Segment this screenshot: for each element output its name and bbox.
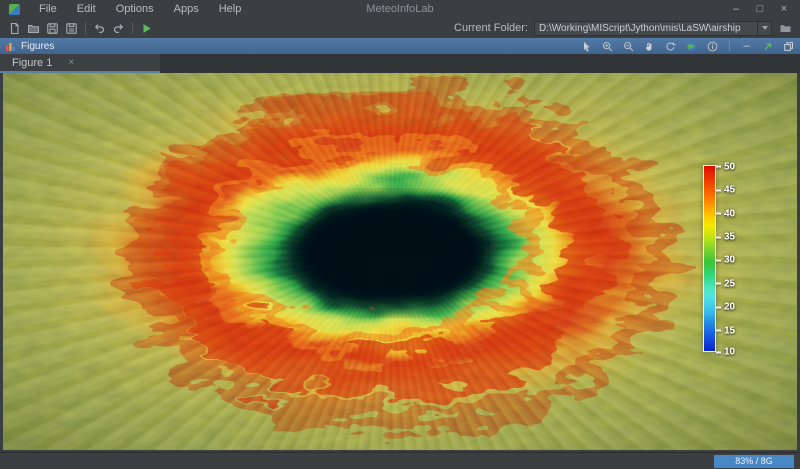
colorbar-tick-label: 35 [724, 232, 735, 243]
browse-folder-button[interactable] [775, 20, 795, 37]
zoom-out-tool-button[interactable] [622, 40, 635, 53]
colorbar-legend: 50 45 40 35 30 25 20 15 10 [703, 165, 748, 354]
redo-icon [112, 22, 125, 35]
tab-close-icon[interactable]: × [68, 57, 74, 68]
rotate-tool-button[interactable] [664, 40, 677, 53]
menu-help[interactable]: Help [209, 0, 252, 18]
open-folder-icon [27, 22, 40, 35]
main-toolbar: Current Folder: D:\Working\MIScript\Jyth… [0, 18, 800, 38]
memory-usage-badge[interactable]: 83% / 8G [714, 455, 794, 468]
menu-options[interactable]: Options [106, 0, 164, 18]
float-arrow-icon [762, 41, 773, 52]
new-script-button[interactable] [5, 20, 24, 37]
window-titlebar: File Edit Options Apps Help MeteoInfoLab… [0, 0, 800, 18]
pan-tool-button[interactable] [643, 40, 656, 53]
panel-minimize-button[interactable]: – [740, 40, 753, 53]
colorbar-tick-label: 20 [724, 302, 735, 313]
figures-panel-titlebar[interactable]: Figures [0, 38, 800, 54]
save-as-icon [65, 22, 78, 35]
colorbar-tick-label: 15 [724, 325, 735, 336]
window-title: MeteoInfoLab [366, 3, 433, 15]
menu-file[interactable]: File [29, 0, 67, 18]
colorbar-tick-label: 40 [724, 208, 735, 219]
colorbar-tick-label: 45 [724, 185, 735, 196]
new-file-icon [8, 22, 21, 35]
save-as-button[interactable] [62, 20, 81, 37]
menu-edit[interactable]: Edit [67, 0, 106, 18]
close-button[interactable]: × [772, 0, 796, 18]
globe-icon [686, 41, 697, 52]
current-folder-path[interactable]: D:\Working\MIScript\Jython\mis\LaSW\airs… [535, 23, 757, 34]
menu-apps[interactable]: Apps [164, 0, 209, 18]
colorbar-ticks: 50 45 40 35 30 25 20 15 10 [716, 165, 748, 354]
globe-tool-button[interactable] [685, 40, 698, 53]
maximize-button[interactable]: □ [748, 0, 772, 18]
folder-icon [779, 22, 792, 35]
figures-toolbar: – [580, 40, 795, 53]
colorbar-tick-label: 10 [724, 347, 735, 358]
identify-tool-button[interactable] [706, 40, 719, 53]
run-script-button[interactable] [137, 20, 156, 37]
toolbar-separator [132, 22, 133, 34]
zoom-in-tool-button[interactable] [601, 40, 614, 53]
status-bar: 83% / 8G [0, 452, 800, 469]
restore-icon [783, 41, 794, 52]
info-icon [707, 41, 718, 52]
redo-button[interactable] [109, 20, 128, 37]
pan-hand-icon [644, 41, 655, 52]
colorbar-tick-label: 25 [724, 278, 735, 289]
figure-container: 50 45 40 35 30 25 20 15 10 [0, 73, 800, 452]
run-icon [140, 22, 153, 35]
colorbar-gradient [703, 165, 716, 352]
open-file-button[interactable] [24, 20, 43, 37]
tab-label: Figure 1 [12, 57, 52, 69]
undo-button[interactable] [90, 20, 109, 37]
app-logo-icon [9, 4, 20, 15]
zoom-out-icon [623, 41, 634, 52]
colorbar-tick-label: 50 [724, 161, 735, 172]
pointer-icon [581, 41, 592, 52]
undo-icon [93, 22, 106, 35]
chevron-down-icon[interactable] [757, 22, 771, 35]
save-button[interactable] [43, 20, 62, 37]
rotate-icon [665, 41, 676, 52]
save-icon [46, 22, 59, 35]
panel-restore-button[interactable] [782, 40, 795, 53]
pointer-tool-button[interactable] [580, 40, 593, 53]
figures-toolbar-separator [729, 41, 730, 51]
window-controls: – □ × [724, 0, 796, 18]
minimize-glyph: – [743, 41, 749, 51]
colorbar-tick-label: 30 [724, 255, 735, 266]
figure-tabbar: Figure 1 × [0, 54, 800, 73]
current-folder-label: Current Folder: [454, 22, 534, 34]
figure-canvas[interactable]: 50 45 40 35 30 25 20 15 10 [3, 73, 797, 450]
chart-icon [5, 41, 16, 52]
toolbar-separator [85, 22, 86, 34]
panel-float-button[interactable] [761, 40, 774, 53]
zoom-in-icon [602, 41, 613, 52]
figures-panel-title: Figures [21, 41, 54, 52]
tab-figure-1[interactable]: Figure 1 × [0, 54, 160, 73]
minimize-button[interactable]: – [724, 0, 748, 18]
current-folder-combobox[interactable]: D:\Working\MIScript\Jython\mis\LaSW\airs… [534, 21, 772, 36]
typhoon-eye-3d-surface [3, 73, 797, 450]
